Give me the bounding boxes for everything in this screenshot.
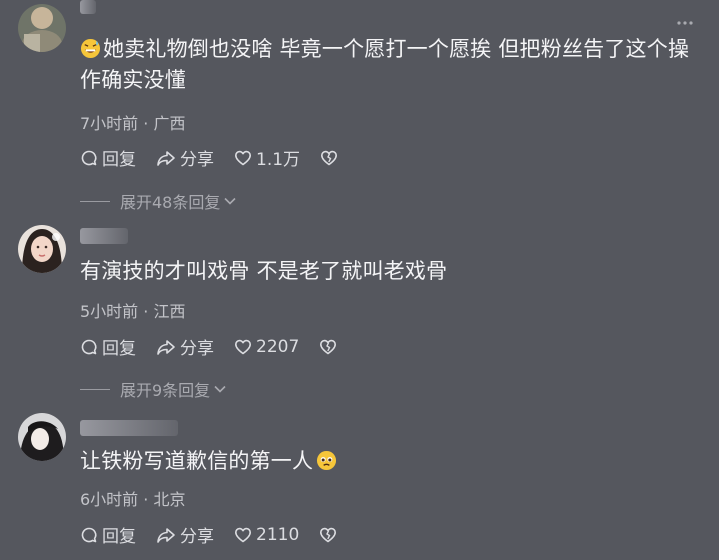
share-icon xyxy=(157,527,175,543)
reply-button[interactable]: 回复 xyxy=(80,334,136,359)
share-button[interactable]: 分享 xyxy=(156,334,214,359)
reply-label: 回复 xyxy=(102,339,136,359)
dislike-button[interactable] xyxy=(319,338,341,356)
expand-replies-button[interactable]: 展开9条回复 xyxy=(80,377,227,401)
expand-replies-label: 展开9条回复 xyxy=(120,381,211,400)
divider xyxy=(80,388,110,390)
share-icon xyxy=(157,150,175,166)
like-heart-icon xyxy=(235,150,251,165)
comment-meta: 6小时前 · 北京 xyxy=(80,490,186,509)
share-label: 分享 xyxy=(180,527,214,547)
comment-meta: 7小时前 · 广西 xyxy=(80,114,186,133)
like-button[interactable]: 2207 xyxy=(234,337,299,357)
share-icon xyxy=(157,339,175,355)
share-button[interactable]: 分享 xyxy=(156,522,214,547)
comment-actions: 回复 分享 2207 xyxy=(80,334,361,359)
reply-button[interactable]: 回复 xyxy=(80,145,136,170)
like-button[interactable]: 2110 xyxy=(234,525,299,545)
comment-text: 有演技的才叫戏骨 不是老了就叫老戏骨 xyxy=(80,256,695,287)
avatar[interactable] xyxy=(18,4,66,52)
comment-meta: 5小时前 · 江西 xyxy=(80,302,186,321)
expand-replies-label: 展开48条回复 xyxy=(120,193,221,212)
reply-button[interactable]: 回复 xyxy=(80,522,136,547)
like-heart-icon xyxy=(235,527,251,542)
username[interactable] xyxy=(80,420,178,436)
reply-icon xyxy=(81,339,97,354)
share-label: 分享 xyxy=(180,339,214,359)
comment-text: 她卖礼物倒也没啥 毕竟一个愿打一个愿挨 但把粉丝告了这个操作确实没懂 xyxy=(80,34,695,96)
dislike-button[interactable] xyxy=(319,526,341,544)
avatar[interactable] xyxy=(18,413,66,461)
comment-actions: 回复 分享 2110 xyxy=(80,522,361,547)
reply-icon xyxy=(81,150,97,165)
dislike-heart-icon xyxy=(321,150,338,165)
comment-text-content: 有演技的才叫戏骨 不是老了就叫老戏骨 xyxy=(80,259,448,283)
chevron-down-icon xyxy=(214,385,226,393)
grin-sweat-emoji-icon xyxy=(80,38,101,59)
reply-label: 回复 xyxy=(102,527,136,547)
avatar[interactable] xyxy=(18,225,66,273)
reply-label: 回复 xyxy=(102,150,136,170)
like-count: 2110 xyxy=(256,524,300,545)
dislike-heart-icon xyxy=(320,527,337,542)
username[interactable] xyxy=(80,228,128,244)
pleading-emoji-icon xyxy=(317,450,337,471)
like-count: 1.1万 xyxy=(256,150,301,170)
like-button[interactable]: 1.1万 xyxy=(234,145,300,170)
comment-actions: 回复 分享 1.1万 xyxy=(80,145,362,170)
share-label: 分享 xyxy=(180,150,214,170)
dislike-heart-icon xyxy=(320,339,337,354)
comment-text-content: 她卖礼物倒也没啥 毕竟一个愿打一个愿挨 但把粉丝告了这个操作确实没懂 xyxy=(80,37,690,92)
divider xyxy=(80,200,110,202)
dislike-button[interactable] xyxy=(320,149,342,167)
reply-icon xyxy=(81,527,97,542)
like-count: 2207 xyxy=(256,336,300,357)
share-button[interactable]: 分享 xyxy=(156,145,214,170)
username[interactable] xyxy=(80,0,96,14)
more-icon[interactable] xyxy=(676,14,694,36)
chevron-down-icon xyxy=(224,197,236,205)
expand-replies-button[interactable]: 展开48条回复 xyxy=(80,189,237,213)
comment-text: 让铁粉写道歉信的第一人 xyxy=(80,446,695,477)
comment-text-content: 让铁粉写道歉信的第一人 xyxy=(80,449,314,473)
like-heart-icon xyxy=(235,339,251,354)
